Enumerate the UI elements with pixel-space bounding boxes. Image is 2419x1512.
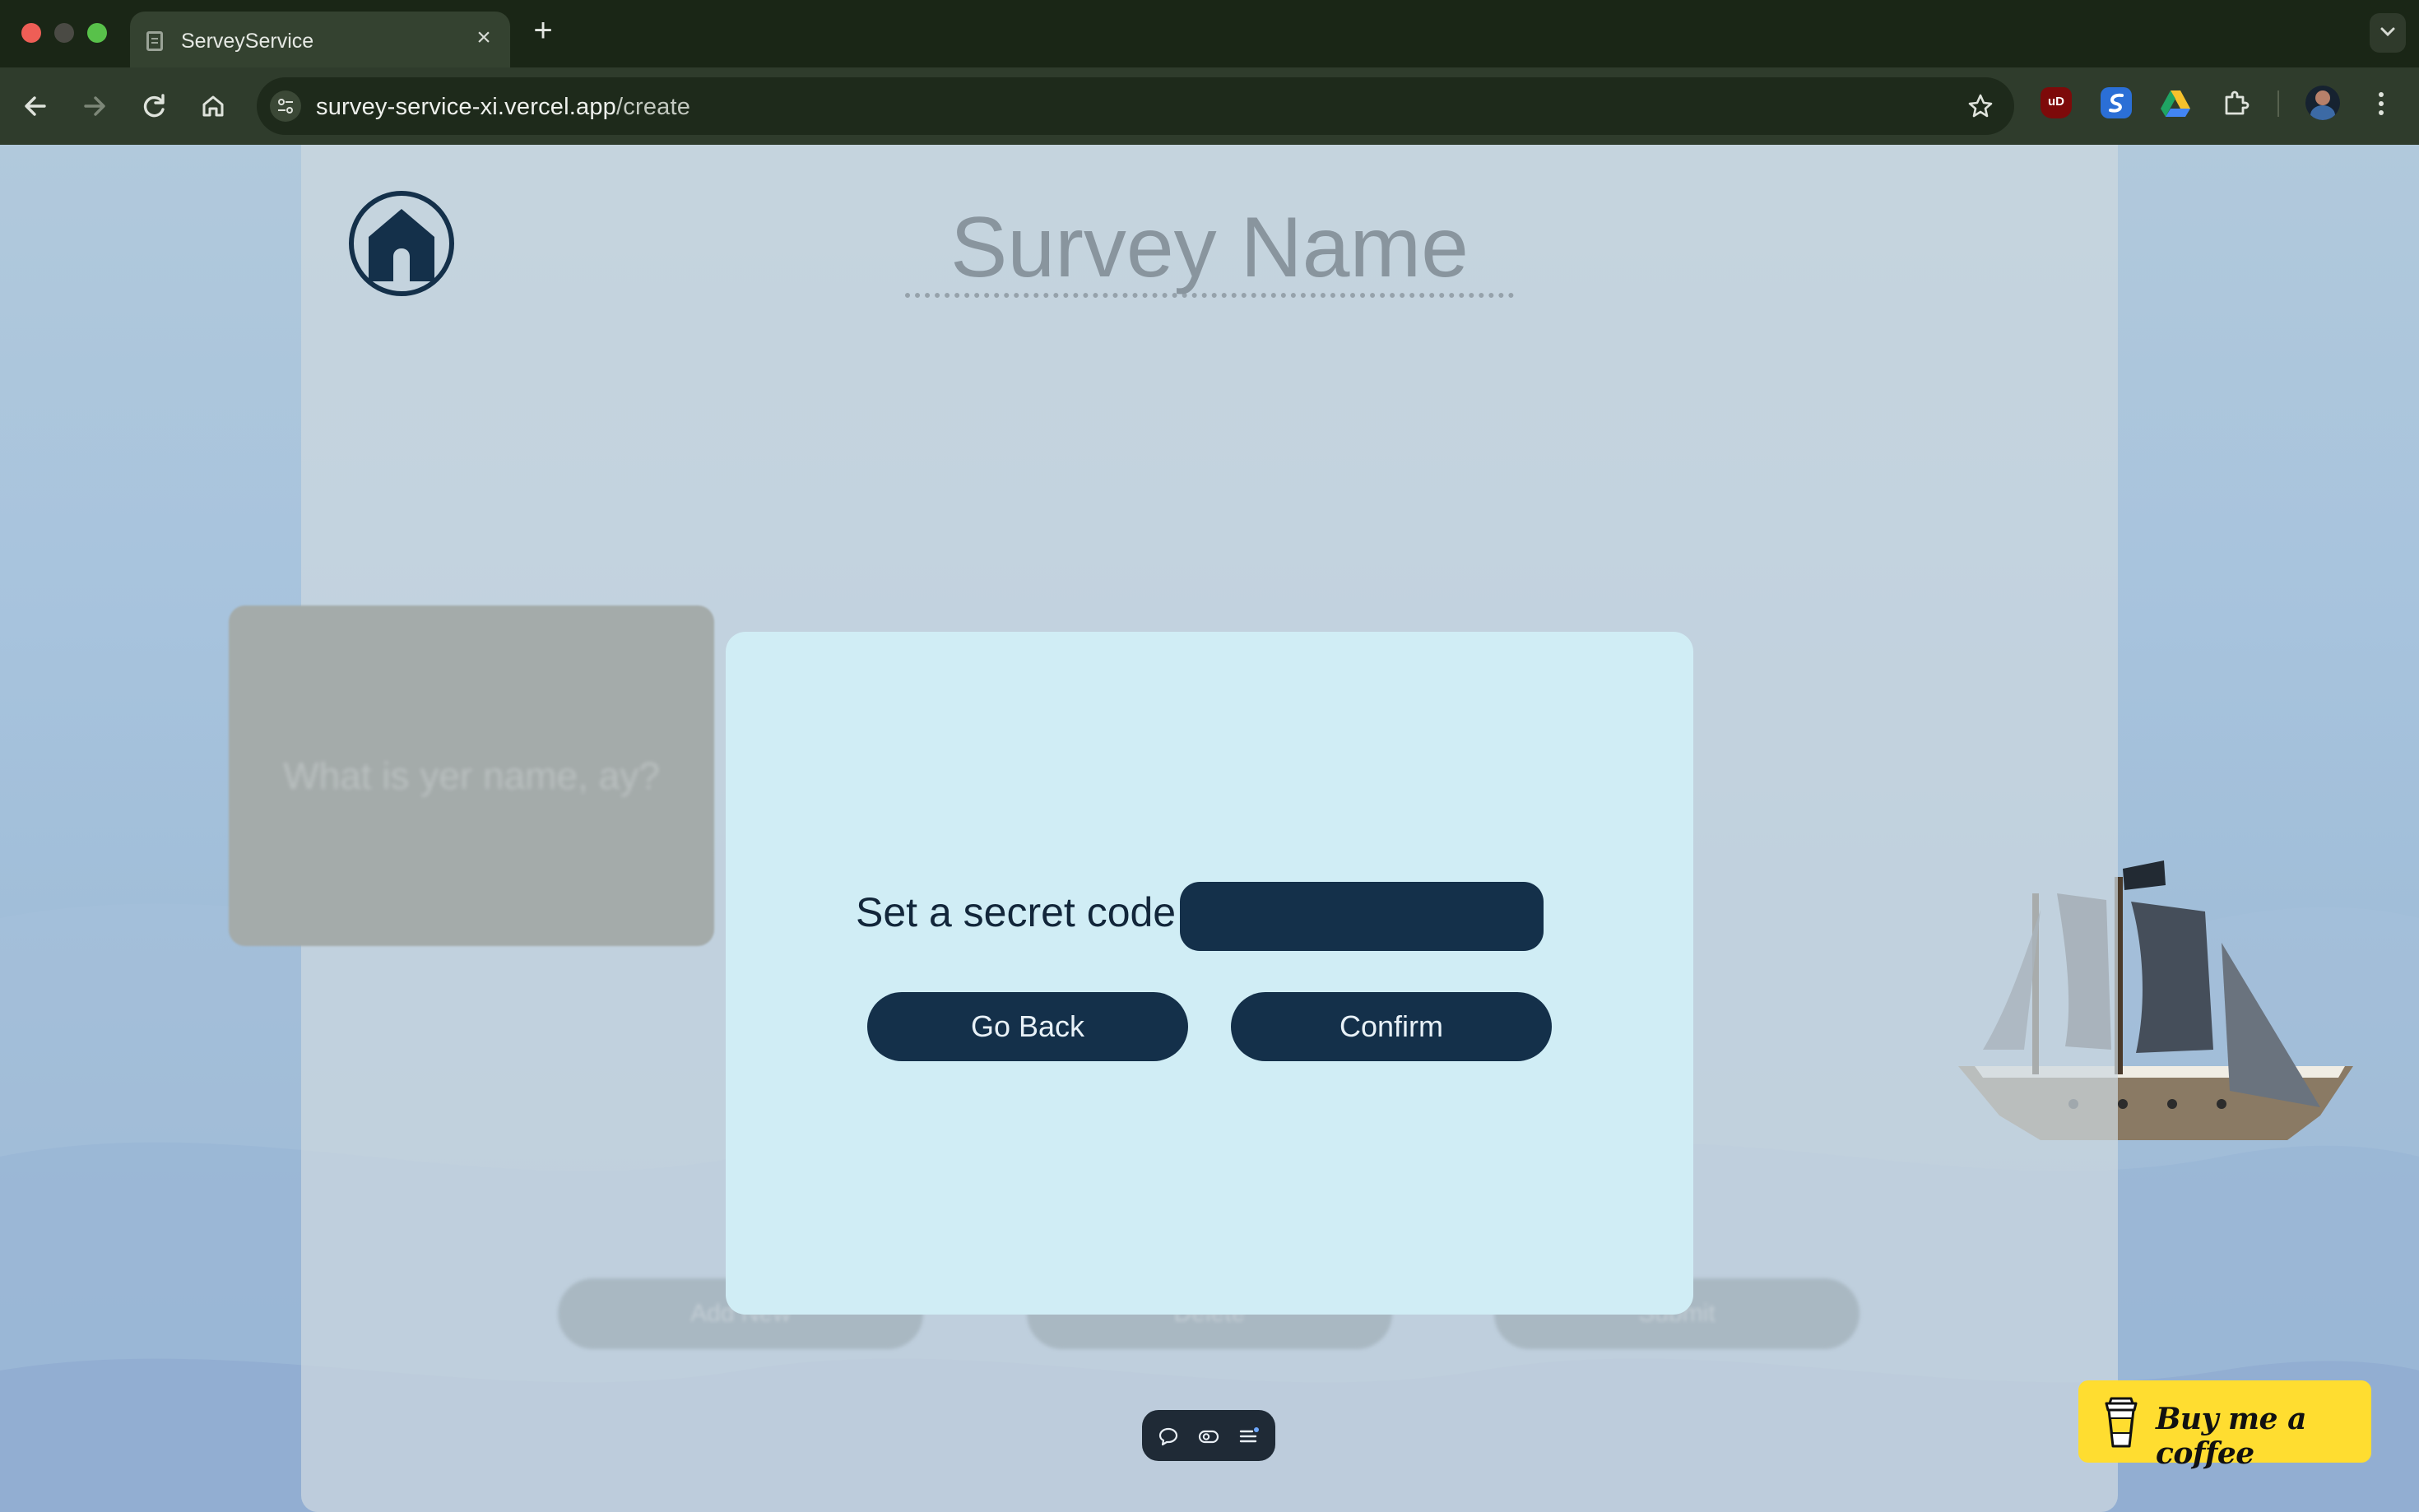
- url-host: survey-service-xi.vercel.app: [316, 94, 616, 120]
- minimize-window-button[interactable]: [54, 23, 74, 43]
- arrow-right-icon: [84, 96, 105, 116]
- secret-code-label: Set a secret code: [856, 889, 1177, 935]
- browser-menu-button[interactable]: [2373, 89, 2389, 118]
- toggle-icon[interactable]: [1197, 1425, 1220, 1448]
- go-back-button[interactable]: Go Back: [867, 992, 1188, 1061]
- maximize-window-button[interactable]: [87, 23, 107, 43]
- reload-button[interactable]: [135, 87, 173, 125]
- dev-toolbar: [1142, 1410, 1275, 1461]
- url-text: survey-service-xi.vercel.app/create: [316, 94, 690, 121]
- reload-icon: [143, 94, 165, 118]
- more-vertical-icon: [2379, 92, 2384, 115]
- page-viewport: Survey Name What is yer name, ay? Add Ne…: [0, 145, 2419, 1512]
- puzzle-icon: [2225, 90, 2250, 115]
- site-info-button[interactable]: [270, 90, 301, 122]
- tune-icon: [278, 99, 293, 114]
- google-drive-glyph: [2161, 90, 2190, 117]
- home-icon: [369, 209, 434, 281]
- google-drive-icon[interactable]: [2159, 87, 2192, 118]
- question-text: What is yer name, ay?: [283, 754, 660, 797]
- close-tab-button[interactable]: ×: [471, 25, 497, 51]
- bookmark-button[interactable]: [1965, 90, 1996, 122]
- arrow-left-icon: [25, 96, 46, 116]
- ublock-label: uD: [2048, 95, 2064, 109]
- home-button[interactable]: [349, 191, 454, 296]
- tab-bar: ServeyService × +: [0, 0, 2419, 67]
- buy-me-a-coffee-label: Buy me a coffee: [2156, 1402, 2306, 1471]
- back-button[interactable]: [16, 87, 54, 125]
- survey-name-input[interactable]: Survey Name: [905, 202, 1514, 298]
- confirm-button[interactable]: Confirm: [1231, 992, 1552, 1061]
- secret-code-dialog: Set a secret code Go Back Confirm: [726, 632, 1693, 1315]
- ublock-icon[interactable]: uD: [2041, 87, 2072, 118]
- close-window-button[interactable]: [21, 23, 41, 43]
- menu-list-icon[interactable]: [1237, 1425, 1261, 1448]
- chevron-down-icon: [2380, 27, 2395, 37]
- secret-code-input[interactable]: [1180, 882, 1544, 951]
- toolbar-separator: [2277, 90, 2279, 117]
- forward-button[interactable]: [76, 87, 114, 125]
- home-icon: [202, 95, 224, 117]
- question-card: What is yer name, ay?: [229, 605, 714, 946]
- new-tab-button[interactable]: +: [527, 14, 559, 48]
- browser-tab[interactable]: ServeyService ×: [130, 12, 510, 67]
- coffee-cup-icon: [2105, 1397, 2138, 1448]
- buy-me-a-coffee-button[interactable]: Buy me a coffee: [2078, 1380, 2371, 1471]
- sync-extension-glyph: [2109, 93, 2124, 113]
- star-icon: [1968, 94, 1993, 118]
- address-bar[interactable]: survey-service-xi.vercel.app/create: [257, 77, 2014, 135]
- comment-icon[interactable]: [1157, 1425, 1180, 1448]
- tab-title: ServeyService: [181, 30, 314, 53]
- home-page-button[interactable]: [194, 87, 232, 125]
- document-icon: [146, 31, 163, 51]
- sync-icon[interactable]: [2101, 87, 2132, 118]
- url-path: /create: [616, 94, 691, 120]
- extensions-button[interactable]: [2220, 87, 2251, 118]
- tab-search-button[interactable]: [2370, 13, 2406, 53]
- profile-avatar[interactable]: [2305, 86, 2340, 120]
